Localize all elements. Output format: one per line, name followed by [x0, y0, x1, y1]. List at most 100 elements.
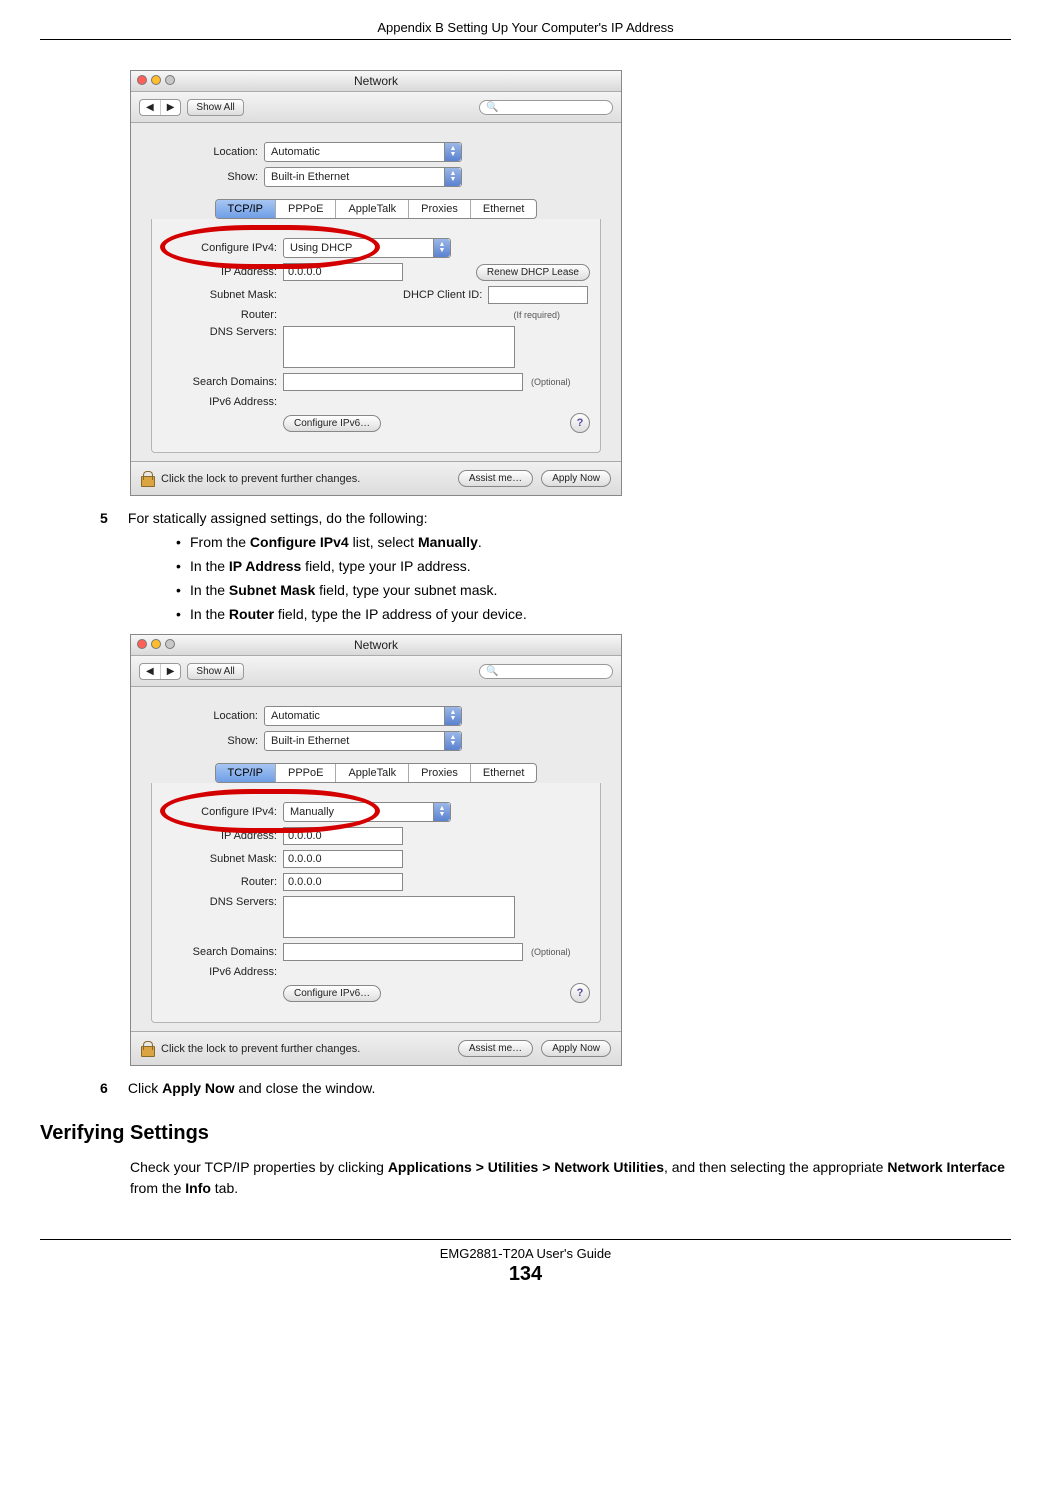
- close-icon[interactable]: [137, 639, 147, 649]
- lock-icon[interactable]: [141, 471, 155, 487]
- location-label: Location:: [143, 710, 264, 722]
- tab-ethernet[interactable]: Ethernet: [471, 200, 537, 218]
- list-item: In the Subnet Mask field, type your subn…: [190, 582, 1011, 598]
- subnet-mask-label: Subnet Mask:: [162, 289, 283, 301]
- show-value: Built-in Ethernet: [271, 735, 349, 747]
- nav-back-fwd[interactable]: ◀ ▶: [139, 99, 181, 116]
- lock-text: Click the lock to prevent further change…: [161, 1043, 360, 1055]
- lock-icon[interactable]: [141, 1041, 155, 1057]
- tab-appletalk[interactable]: AppleTalk: [336, 764, 409, 782]
- configure-ipv4-select[interactable]: Manually ▲▼: [283, 802, 451, 822]
- titlebar: Network: [131, 635, 621, 656]
- subnet-mask-label: Subnet Mask:: [162, 853, 283, 865]
- configure-ipv6-button[interactable]: Configure IPv6…: [283, 415, 381, 432]
- tab-tcpip[interactable]: TCP/IP: [216, 200, 276, 218]
- zoom-icon[interactable]: [165, 75, 175, 85]
- show-select[interactable]: Built-in Ethernet ▲▼: [264, 167, 462, 187]
- apply-now-button[interactable]: Apply Now: [541, 1040, 611, 1057]
- search-input[interactable]: [479, 100, 613, 115]
- titlebar: Network: [131, 71, 621, 92]
- dhcp-client-id-label: DHCP Client ID:: [403, 289, 488, 301]
- dns-servers-field[interactable]: [283, 896, 515, 938]
- chevron-updown-icon: ▲▼: [433, 803, 450, 821]
- router-field[interactable]: 0.0.0.0: [283, 873, 403, 891]
- tab-appletalk[interactable]: AppleTalk: [336, 200, 409, 218]
- step-5-bullets: From the Configure IPv4 list, select Man…: [150, 534, 1011, 622]
- show-label: Show:: [143, 735, 264, 747]
- search-domains-label: Search Domains:: [162, 376, 283, 388]
- show-all-button[interactable]: Show All: [187, 663, 243, 680]
- nav-back-icon[interactable]: ◀: [140, 664, 161, 679]
- tab-pppoe[interactable]: PPPoE: [276, 764, 336, 782]
- show-label: Show:: [143, 171, 264, 183]
- show-value: Built-in Ethernet: [271, 171, 349, 183]
- chevron-updown-icon: ▲▼: [444, 168, 461, 186]
- nav-back-icon[interactable]: ◀: [140, 100, 161, 115]
- dns-servers-label: DNS Servers:: [162, 326, 283, 338]
- step-text: For statically assigned settings, do the…: [128, 510, 428, 526]
- list-item: In the IP Address field, type your IP ad…: [190, 558, 1011, 574]
- dns-servers-field[interactable]: [283, 326, 515, 368]
- ip-address-field[interactable]: 0.0.0.0: [283, 263, 403, 281]
- router-label: Router:: [162, 876, 283, 888]
- tab-proxies[interactable]: Proxies: [409, 200, 471, 218]
- close-icon[interactable]: [137, 75, 147, 85]
- window-title: Network: [354, 638, 398, 652]
- location-select[interactable]: Automatic ▲▼: [264, 706, 462, 726]
- search-input[interactable]: [479, 664, 613, 679]
- footer-title: EMG2881-T20A User's Guide: [40, 1246, 1011, 1261]
- renew-dhcp-button[interactable]: Renew DHCP Lease: [476, 264, 590, 281]
- configure-ipv4-select[interactable]: Using DHCP ▲▼: [283, 238, 451, 258]
- minimize-icon[interactable]: [151, 639, 161, 649]
- verifying-settings-heading: Verifying Settings: [40, 1122, 1011, 1145]
- router-label: Router:: [162, 309, 283, 321]
- footer: EMG2881-T20A User's Guide 134: [40, 1239, 1011, 1286]
- ip-address-field[interactable]: 0.0.0.0: [283, 827, 403, 845]
- optional-note: (Optional): [531, 947, 571, 957]
- nav-forward-icon[interactable]: ▶: [161, 664, 181, 679]
- list-item: From the Configure IPv4 list, select Man…: [190, 534, 1011, 550]
- nav-back-fwd[interactable]: ◀ ▶: [139, 663, 181, 680]
- search-domains-field[interactable]: [283, 373, 523, 391]
- configure-ipv6-button[interactable]: Configure IPv6…: [283, 985, 381, 1002]
- step-6: 6 Click Apply Now and close the window.: [100, 1080, 1011, 1096]
- page-number: 134: [40, 1263, 1011, 1286]
- show-select[interactable]: Built-in Ethernet ▲▼: [264, 731, 462, 751]
- zoom-icon[interactable]: [165, 639, 175, 649]
- chevron-updown-icon: ▲▼: [444, 732, 461, 750]
- ip-address-label: IP Address:: [162, 830, 283, 842]
- configure-ipv4-label: Configure IPv4:: [162, 806, 283, 818]
- location-value: Automatic: [271, 146, 320, 158]
- ipv6-address-label: IPv6 Address:: [162, 966, 283, 978]
- ipv6-address-label: IPv6 Address:: [162, 396, 283, 408]
- nav-forward-icon[interactable]: ▶: [161, 100, 181, 115]
- tab-pppoe[interactable]: PPPoE: [276, 200, 336, 218]
- chevron-updown-icon: ▲▼: [444, 143, 461, 161]
- show-all-button[interactable]: Show All: [187, 99, 243, 116]
- list-item: In the Router field, type the IP address…: [190, 606, 1011, 622]
- toolbar: ◀ ▶ Show All: [131, 92, 621, 123]
- subnet-mask-field[interactable]: 0.0.0.0: [283, 850, 403, 868]
- apply-now-button[interactable]: Apply Now: [541, 470, 611, 487]
- dns-servers-label: DNS Servers:: [162, 896, 283, 908]
- assist-me-button[interactable]: Assist me…: [458, 470, 533, 487]
- minimize-icon[interactable]: [151, 75, 161, 85]
- optional-note: (Optional): [531, 377, 571, 387]
- tab-proxies[interactable]: Proxies: [409, 764, 471, 782]
- tab-ethernet[interactable]: Ethernet: [471, 764, 537, 782]
- help-icon[interactable]: ?: [570, 413, 590, 433]
- window-title: Network: [354, 74, 398, 88]
- dhcp-client-id-field[interactable]: [488, 286, 588, 304]
- configure-ipv4-value: Manually: [290, 806, 334, 818]
- toolbar: ◀ ▶ Show All: [131, 656, 621, 687]
- step-number: 5: [100, 510, 124, 526]
- running-header: Appendix B Setting Up Your Computer's IP…: [40, 20, 1011, 40]
- step-5: 5 For statically assigned settings, do t…: [100, 510, 1011, 526]
- assist-me-button[interactable]: Assist me…: [458, 1040, 533, 1057]
- screenshot-network-dhcp: Network ◀ ▶ Show All Location: Automatic…: [130, 70, 622, 496]
- tab-tcpip[interactable]: TCP/IP: [216, 764, 276, 782]
- location-select[interactable]: Automatic ▲▼: [264, 142, 462, 162]
- configure-ipv4-label: Configure IPv4:: [162, 242, 283, 254]
- help-icon[interactable]: ?: [570, 983, 590, 1003]
- search-domains-field[interactable]: [283, 943, 523, 961]
